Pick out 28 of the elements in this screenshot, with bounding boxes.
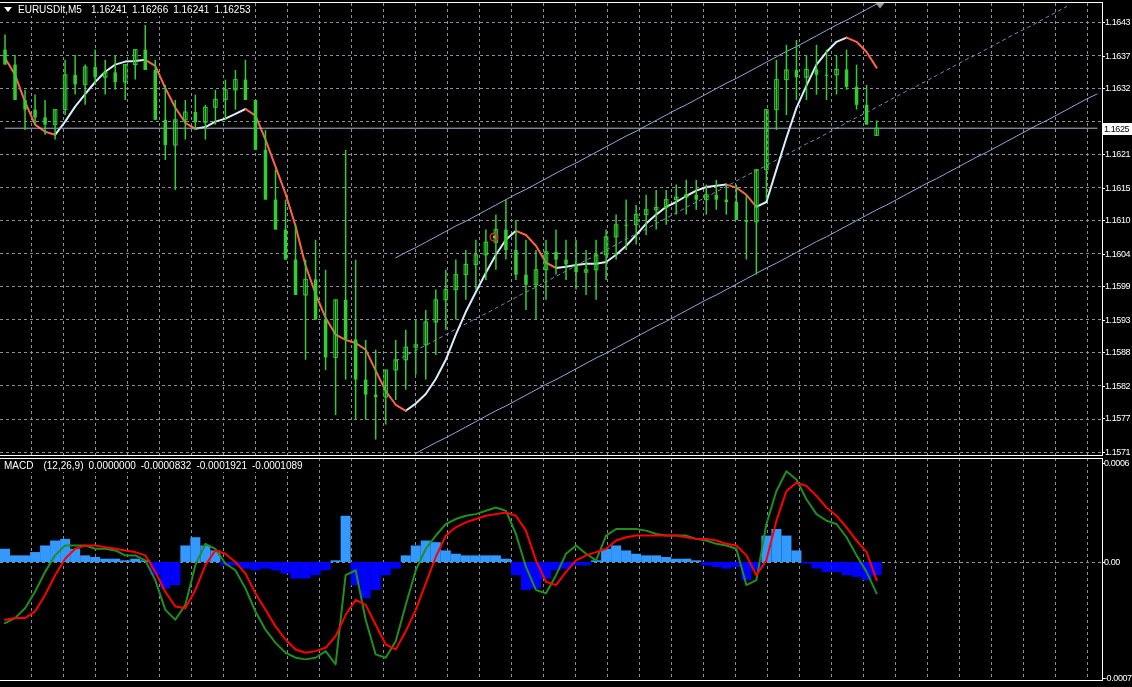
price-axis-label: 1.1571 [1105, 446, 1131, 457]
current-price-tag: 1.1625 [1103, 123, 1132, 135]
ohlc-value: 1.16241 [172, 3, 211, 16]
macd-axis-label: 0.0006 [1104, 457, 1130, 468]
indicator-value: -0.0001921 [195, 459, 248, 472]
indicator-name: MACD [3, 459, 35, 472]
price-axis-label: 1.1577 [1105, 413, 1131, 423]
price-axis-label: 1.1593 [1105, 314, 1131, 325]
ohlc-value: 1.16253 [213, 3, 252, 16]
indicator-value: 0.0000000 [87, 459, 137, 472]
price-axis-label: 1.1621 [1105, 149, 1131, 159]
price-axis-label: 1.1599 [1105, 281, 1131, 291]
symbol-label: EURUSDlt,M5 [17, 3, 83, 16]
macd-axis-label: 0.00 [1104, 557, 1120, 567]
indicator-params: (12,26,9) [42, 459, 85, 472]
indicator-value: -0.0000832 [139, 459, 193, 472]
price-axis-label: 1.1604 [1105, 248, 1131, 259]
ohlc-value: 1.16241 [89, 3, 129, 16]
price-axis-label: 1.1588 [1105, 347, 1131, 357]
indicator-value: -0.0001089 [251, 459, 304, 472]
price-axis-label: 1.1615 [1105, 182, 1131, 193]
price-axis-label: 1.1632 [1105, 83, 1131, 93]
price-axis-label: 1.1637 [1105, 50, 1131, 61]
ohlc-value: 1.16266 [131, 3, 170, 16]
price-axis-label: 1.1582 [1105, 380, 1131, 391]
price-axis-label: 1.1643 [1105, 17, 1131, 27]
price-axis-label: 1.1610 [1105, 215, 1131, 225]
macd-axis-label: -0.0007 [1104, 672, 1132, 683]
